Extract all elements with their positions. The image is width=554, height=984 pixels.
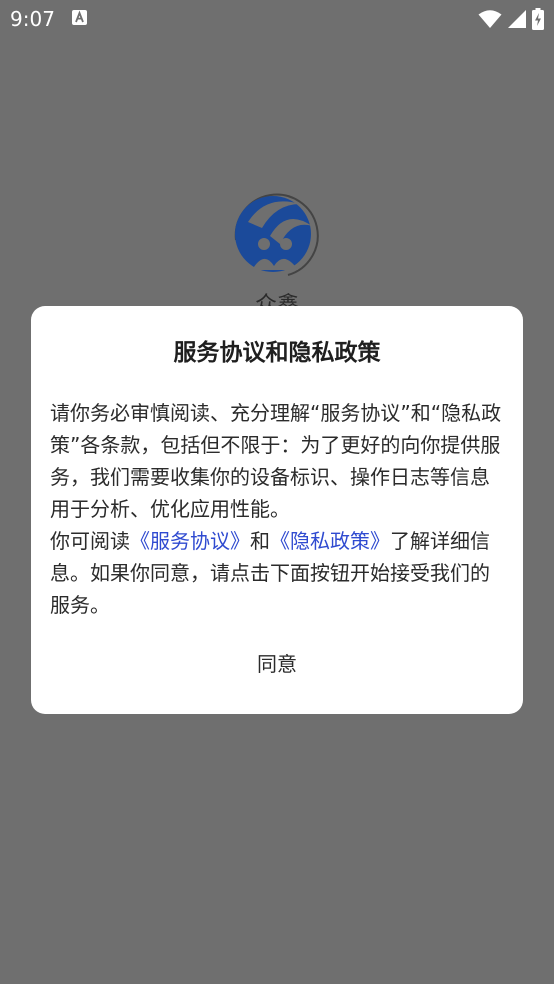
service-agreement-link[interactable]: 《服务协议》 — [130, 529, 250, 553]
dialog-body: 请你务必审慎阅读、充分理解“服务协议”和“隐私政策”各条款，包括但不限于：为了更… — [50, 397, 506, 621]
dialog-title: 服务协议和隐私政策 — [173, 340, 381, 366]
app-screen: 9:07 众鑫 服务协议和隐私政策 — [0, 0, 554, 984]
app-logo-icon — [234, 193, 319, 276]
p2-prefix: 你可阅读 — [50, 529, 130, 553]
p2-and: 和 — [250, 529, 270, 553]
privacy-policy-link[interactable]: 《隐私政策》 — [270, 529, 390, 553]
status-icons — [478, 8, 544, 30]
privacy-dialog: 服务协议和隐私政策 请你务必审慎阅读、充分理解“服务协议”和“隐私政策”各条款，… — [31, 306, 523, 714]
status-bar: 9:07 — [0, 0, 554, 40]
agree-button[interactable]: 同意 — [227, 642, 327, 682]
dialog-paragraph-2: 你可阅读《服务协议》和《隐私政策》了解详细信息。如果你同意，请点击下面按钮开始接… — [50, 525, 506, 621]
wifi-icon — [478, 10, 502, 28]
signal-icon — [508, 10, 526, 28]
status-time: 9:07 — [10, 7, 55, 31]
battery-icon — [532, 8, 544, 30]
dialog-paragraph-1: 请你务必审慎阅读、充分理解“服务协议”和“隐私政策”各条款，包括但不限于：为了更… — [50, 401, 502, 521]
a-notification-icon — [72, 10, 87, 25]
